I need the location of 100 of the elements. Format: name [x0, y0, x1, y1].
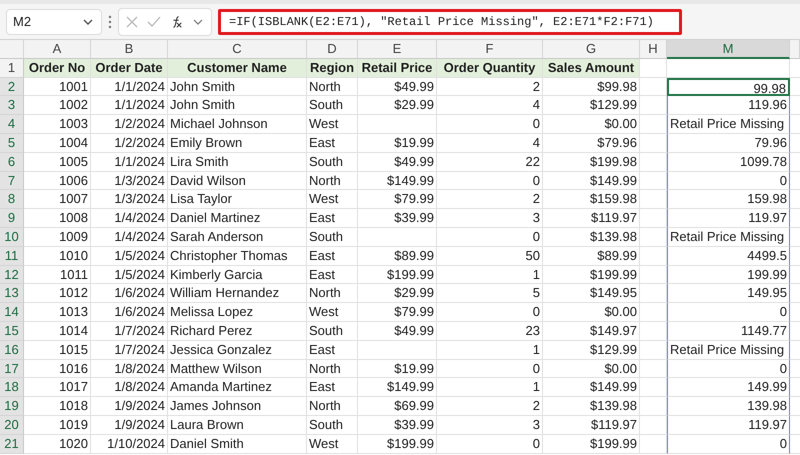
- table-cell: James Johnson: [168, 397, 307, 416]
- column-header[interactable]: C: [168, 40, 307, 59]
- table-cell: $149.97: [543, 322, 640, 341]
- table-cell: 1/1/2024: [91, 96, 168, 116]
- table-cell: Retail Price Missing: [667, 340, 790, 360]
- formula-field[interactable]: =IF(ISBLANK(E2:E71), "Retail Price Missing", E2:E71*F2:F71): [218, 8, 682, 34]
- select-all-corner[interactable]: [0, 40, 24, 59]
- column-header[interactable]: E: [358, 40, 437, 59]
- column-header[interactable]: B: [91, 40, 168, 59]
- row-header[interactable]: 5: [0, 134, 24, 153]
- row-header[interactable]: 10: [0, 228, 24, 247]
- row-header[interactable]: 17: [0, 360, 24, 378]
- table-cell: $199.98: [543, 152, 640, 172]
- header-cell: Order Quantity: [437, 58, 543, 78]
- table-cell: 0: [667, 434, 790, 454]
- table-cell: Melissa Lopez: [168, 303, 307, 322]
- table-cell: $29.99: [358, 284, 437, 304]
- table-cell: Daniel Smith: [168, 434, 307, 454]
- row-header[interactable]: 13: [0, 284, 24, 304]
- table-cell: 1/6/2024: [91, 284, 168, 304]
- table-cell: Retail Price Missing: [667, 228, 790, 247]
- empty-cell: [640, 228, 667, 247]
- name-box[interactable]: M2: [6, 8, 102, 34]
- check-icon[interactable]: [147, 14, 161, 28]
- table-cell: 119.96: [667, 96, 790, 116]
- table-cell: $19.99: [358, 134, 437, 153]
- table-cell: 1/2/2024: [91, 134, 168, 153]
- table-cell: $99.98: [543, 78, 640, 96]
- row-header[interactable]: 9: [0, 209, 24, 228]
- header-cell: Order Date: [91, 58, 168, 78]
- header-cell: Sales Amount: [543, 58, 640, 78]
- table-cell: South: [307, 416, 358, 435]
- table-cell: David Wilson: [168, 172, 307, 190]
- table-cell: $69.99: [358, 397, 437, 416]
- row-header[interactable]: 7: [0, 172, 24, 190]
- column-header[interactable]: G: [543, 40, 640, 59]
- table-cell: 2: [437, 190, 543, 210]
- table-cell: West: [307, 434, 358, 454]
- table-cell: $149.99: [358, 378, 437, 398]
- table-cell: Emily Brown: [168, 134, 307, 153]
- empty-cell: [640, 360, 667, 378]
- table-cell: $39.99: [358, 416, 437, 435]
- column-header[interactable]: M: [667, 40, 790, 59]
- table-cell: 119.97: [667, 209, 790, 228]
- table-cell: $199.99: [543, 434, 640, 454]
- table-cell: 1099.78: [667, 152, 790, 172]
- table-cell: 2: [437, 78, 543, 96]
- table-cell: $79.99: [358, 190, 437, 210]
- column-header[interactable]: D: [307, 40, 358, 59]
- table-cell: 1009: [24, 228, 91, 247]
- row-header[interactable]: 18: [0, 378, 24, 398]
- empty-cell: [640, 340, 667, 360]
- table-cell: $79.96: [543, 134, 640, 153]
- table-cell: $89.99: [543, 246, 640, 266]
- table-cell: 1/1/2024: [91, 152, 168, 172]
- column-header[interactable]: [790, 40, 800, 59]
- column-header[interactable]: A: [24, 40, 91, 59]
- table-cell: East: [307, 134, 358, 153]
- row-header[interactable]: 1: [0, 58, 24, 78]
- row-header[interactable]: 15: [0, 322, 24, 341]
- row-header[interactable]: 3: [0, 96, 24, 116]
- table-cell: South: [307, 96, 358, 116]
- table-cell: 0: [437, 434, 543, 454]
- table-cell: $139.98: [543, 228, 640, 247]
- table-cell: 1001: [24, 78, 91, 96]
- row-header[interactable]: 20: [0, 416, 24, 435]
- table-cell: 1/5/2024: [91, 266, 168, 284]
- column-header[interactable]: H: [640, 40, 667, 59]
- table-cell: Retail Price Missing: [667, 115, 790, 134]
- table-cell: $199.99: [543, 266, 640, 284]
- row-header[interactable]: 12: [0, 266, 24, 284]
- row-header[interactable]: 14: [0, 303, 24, 322]
- empty-cell: [640, 190, 667, 210]
- column-header[interactable]: F: [437, 40, 543, 59]
- row-header[interactable]: 11: [0, 246, 24, 266]
- table-cell: 50: [437, 246, 543, 266]
- table-cell: South: [307, 322, 358, 341]
- table-cell: 22: [437, 152, 543, 172]
- row-header[interactable]: 8: [0, 190, 24, 210]
- table-cell: 1019: [24, 416, 91, 435]
- row-header[interactable]: 6: [0, 152, 24, 172]
- row-header[interactable]: 21: [0, 434, 24, 454]
- table-cell: 1/9/2024: [91, 416, 168, 435]
- header-cell: Customer Name: [168, 58, 307, 78]
- row-header[interactable]: 2: [0, 78, 24, 96]
- row-header[interactable]: 4: [0, 115, 24, 134]
- table-cell: 1011: [24, 266, 91, 284]
- table-cell: 1: [437, 340, 543, 360]
- table-cell: 0: [437, 172, 543, 190]
- empty-cell: [640, 284, 667, 304]
- table-cell: 4499.5: [667, 246, 790, 266]
- row-header[interactable]: 19: [0, 397, 24, 416]
- table-cell: $129.99: [543, 96, 640, 116]
- table-cell: South: [307, 152, 358, 172]
- table-cell: 79.96: [667, 134, 790, 153]
- table-cell: William Hernandez: [168, 284, 307, 304]
- table-cell: 1003: [24, 115, 91, 134]
- row-header[interactable]: 16: [0, 340, 24, 360]
- table-cell: 1/4/2024: [91, 209, 168, 228]
- cancel-icon[interactable]: [125, 14, 139, 28]
